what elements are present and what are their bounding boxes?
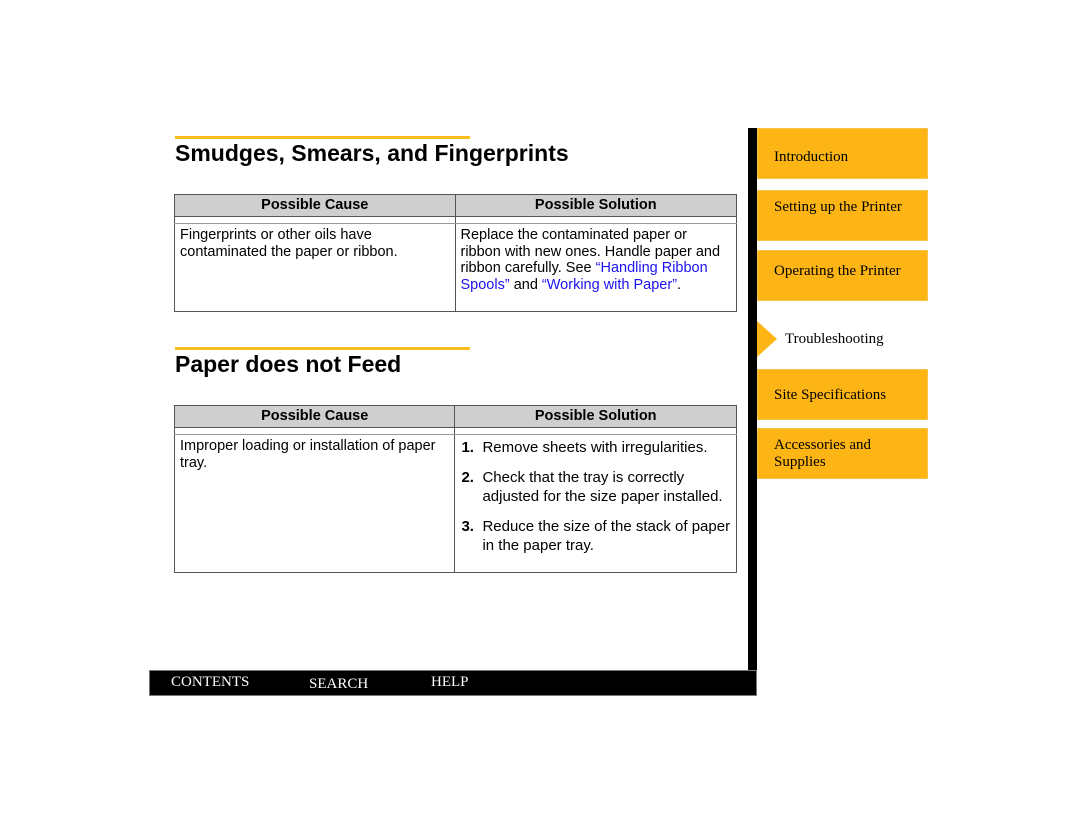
cause-cell: Improper loading or installation of pape… (173, 434, 456, 573)
header-spacer (173, 427, 737, 435)
nav-tab-introduction[interactable]: Introduction (757, 128, 928, 179)
nav-tab-label: Accessories and Supplies (774, 437, 872, 470)
step-number: 2. (461, 468, 474, 486)
column-header-solution: Possible Solution (454, 405, 737, 428)
table-row: Fingerprints or other oils have contamin… (174, 223, 737, 312)
nav-tab-label: Site Specifications (774, 387, 887, 403)
column-header-cause: Possible Cause (173, 405, 456, 428)
nav-tab-troubleshooting[interactable]: Troubleshooting (757, 321, 928, 357)
step-number: 3. (461, 517, 474, 535)
help-link[interactable]: HELP (431, 674, 469, 691)
nav-tab-label: Introduction (774, 149, 849, 165)
solution-text-middle: and (509, 276, 542, 293)
step-item: 2. Check that the tray is correctly adjus… (459, 468, 732, 507)
step-text: Check that the tray is correctly adjuste… (482, 468, 723, 506)
current-section-arrow-icon (757, 321, 777, 357)
nav-tab-label: Operating the Printer (774, 263, 901, 279)
step-item: 3. Reduce the size of the stack of paper … (459, 517, 732, 556)
solution-text-end: . (677, 276, 682, 293)
smudges-table: Possible Cause Possible Solution Fingerp… (174, 194, 737, 312)
nav-tab-label: Setting up the Printer (774, 199, 902, 215)
nav-tab-setting-up[interactable]: Setting up the Printer (757, 190, 928, 241)
nav-tab-accessories[interactable]: Accessories and Supplies (757, 428, 928, 479)
section-rule (175, 347, 470, 350)
section-title-smudges: Smudges, Smears, and Fingerprints (175, 140, 569, 166)
footer-nav-bar: CONTENTS SEARCH HELP (149, 670, 757, 696)
table-header-row: Possible Cause Possible Solution (174, 194, 737, 217)
step-number: 1. (461, 439, 474, 456)
contents-link[interactable]: CONTENTS (171, 674, 249, 691)
table-row: Improper loading or installation of pape… (173, 434, 737, 573)
step-text: Reduce the size of the stack of paper in… (482, 517, 731, 555)
section-title-paper-feed: Paper does not Feed (175, 351, 402, 377)
table-header-row: Possible Cause Possible Solution (173, 405, 737, 428)
search-link[interactable]: SEARCH (309, 676, 368, 693)
step-text: Remove sheets with irregularities. (482, 439, 708, 456)
header-spacer (174, 216, 737, 224)
link-working-with-paper[interactable]: “Working with Paper” (542, 277, 677, 293)
nav-tab-site-specifications[interactable]: Site Specifications (757, 369, 928, 420)
page-edge-bar (748, 128, 757, 695)
nav-tab-operating[interactable]: Operating the Printer (757, 250, 928, 301)
solution-cell: 1. Remove sheets with irregularities. 2. C… (454, 434, 737, 573)
step-item: 1. Remove sheets with irregularities. (459, 438, 732, 458)
column-header-cause: Possible Cause (174, 194, 456, 217)
column-header-solution: Possible Solution (454, 194, 737, 217)
section-rule (175, 136, 470, 139)
paper-feed-table: Possible Cause Possible Solution Imprope… (173, 405, 737, 573)
cause-cell: Fingerprints or other oils have contamin… (174, 223, 456, 312)
nav-tab-label: Troubleshooting (785, 331, 884, 347)
solution-cell: Replace the contaminated paper or ribbon… (454, 223, 737, 312)
solution-steps: 1. Remove sheets with irregularities. 2. C… (459, 438, 732, 556)
